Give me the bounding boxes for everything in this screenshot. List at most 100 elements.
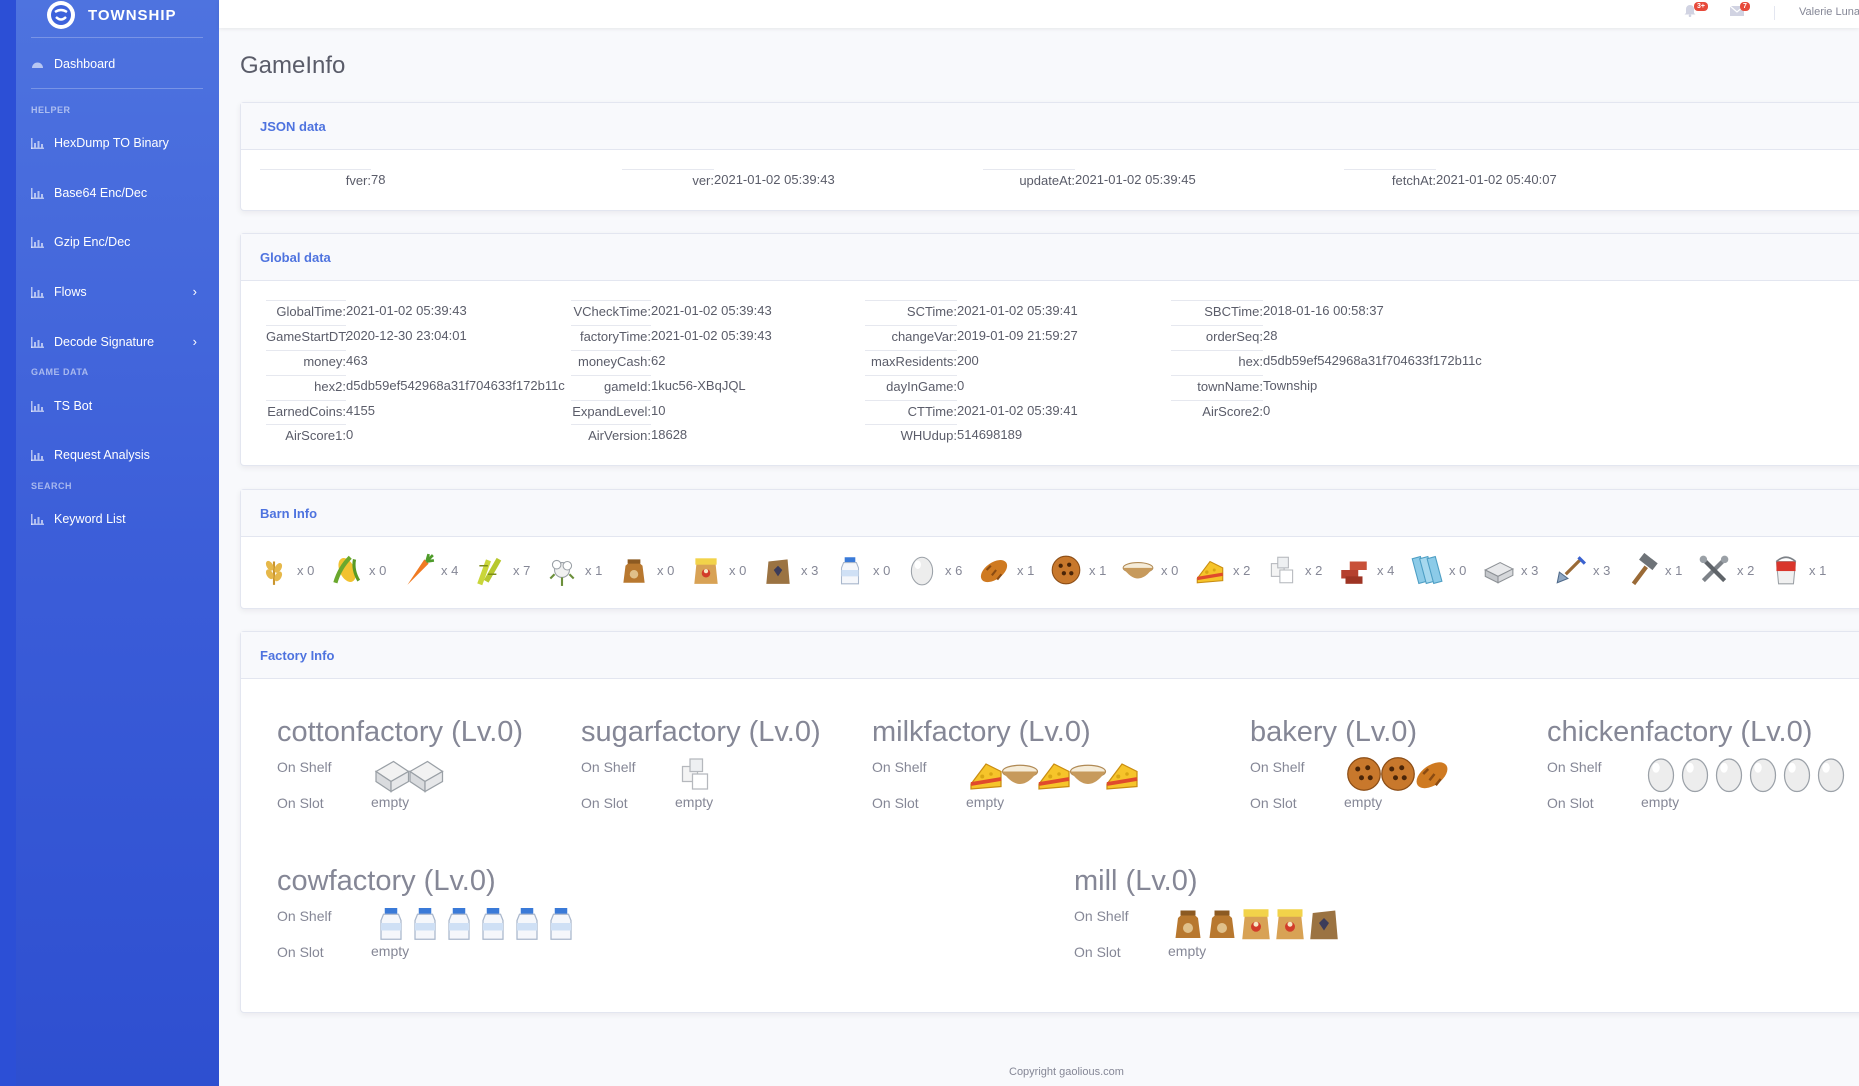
sidebar-item-keyword-list[interactable]: Keyword List xyxy=(31,507,203,531)
on-shelf-label: On Shelf xyxy=(1547,759,1602,775)
barn-item-count: x 0 xyxy=(657,562,675,578)
messages-envelope-icon[interactable]: 7 xyxy=(1729,2,1750,19)
field-value: 2019-01-09 21:59:27 xyxy=(957,328,1078,343)
sidebar-item-label: TS Bot xyxy=(54,399,93,413)
barn-item-count: x 3 xyxy=(801,562,819,578)
field-value: 2021-01-02 05:39:41 xyxy=(957,403,1078,418)
field-value: 2021-01-02 05:39:41 xyxy=(957,303,1078,318)
barn-item-count: x 4 xyxy=(1377,562,1395,578)
field-key: CTTime xyxy=(865,400,957,419)
egg-icon xyxy=(1817,758,1845,793)
json-data-card: JSON data xyxy=(240,102,1859,211)
barn-item-count: x 4 xyxy=(441,562,459,578)
sidebar-item-hexdump[interactable]: HexDump TO Binary xyxy=(31,131,203,155)
on-slot-empty: empty xyxy=(966,794,1005,810)
card-title: Barn Info xyxy=(260,506,318,521)
on-slot-empty: empty xyxy=(1641,794,1680,810)
sidebar-heading-search: SEARCH xyxy=(31,481,73,491)
sugarcane-icon xyxy=(477,557,502,586)
chart-icon xyxy=(31,236,46,248)
field-key: hex xyxy=(1171,350,1263,369)
factory-name: milkfactory (Lv.0) xyxy=(872,716,1091,748)
brick-icon xyxy=(1341,561,1367,584)
topbar-divider xyxy=(1774,6,1775,20)
egg-icon xyxy=(910,556,934,586)
field-key: SCTime xyxy=(865,300,957,319)
barn-item: x 1 xyxy=(1625,552,1682,588)
sidebar-item-ts-bot[interactable]: TS Bot xyxy=(31,394,203,418)
glass-icon xyxy=(1411,555,1443,585)
slab-icon xyxy=(1484,561,1515,584)
barn-item: x 6 xyxy=(905,552,962,588)
sidebar: TOWNSHIP Dashboard HELPER HexDump TO Bin… xyxy=(0,0,219,1086)
sidebar-item-label: Flows xyxy=(54,285,87,299)
sidebar-item-label: Base64 Enc/Dec xyxy=(54,186,148,200)
sidebar-brand[interactable]: TOWNSHIP xyxy=(0,0,219,36)
barn-item: x 2 xyxy=(1697,552,1754,588)
card-title: Global data xyxy=(260,250,331,265)
field-key: EarnedCoins xyxy=(266,400,346,419)
sidebar-item-request-analysis[interactable]: Request Analysis xyxy=(31,443,203,467)
field-key: ExpandLevel xyxy=(571,400,651,419)
on-slot-label: On Slot xyxy=(1547,795,1594,811)
on-slot-label: On Slot xyxy=(872,795,919,811)
on-shelf-label: On Shelf xyxy=(277,908,332,924)
field-key: dayInGame xyxy=(865,375,957,394)
field-key: gameId xyxy=(571,375,651,394)
flour-sack-icon xyxy=(1310,910,1338,940)
field-value: 18628 xyxy=(651,427,688,442)
wrench-icon xyxy=(1699,555,1729,583)
sidebar-item-label: Dashboard xyxy=(54,57,116,71)
barn-item: x 0 xyxy=(1409,552,1466,588)
barn-item: x 1 xyxy=(1049,552,1106,588)
on-slot-label: On Slot xyxy=(1250,795,1297,811)
brand-name: TOWNSHIP xyxy=(88,7,177,24)
field-key: hex2 xyxy=(266,375,346,394)
barn-item: x 1 xyxy=(545,552,602,588)
field-key: factoryTime xyxy=(571,325,651,344)
sidebar-item-dashboard[interactable]: Dashboard xyxy=(31,52,203,76)
sidebar-divider xyxy=(31,88,203,89)
barn-item: x 4 xyxy=(1337,552,1394,588)
field-value: 2021-01-02 05:39:45 xyxy=(1075,172,1196,187)
field-value: 2021-01-02 05:39:43 xyxy=(651,328,772,343)
chart-icon xyxy=(31,286,46,298)
sidebar-item-label: HexDump TO Binary xyxy=(54,136,169,150)
chart-icon xyxy=(31,449,46,461)
user-name[interactable]: Valerie Luna xyxy=(1799,6,1859,18)
card-header: Factory Info xyxy=(241,632,1859,679)
cheese-icon xyxy=(1106,763,1138,790)
field-key: maxResidents xyxy=(865,350,957,369)
sidebar-item-decode-signature[interactable]: Decode Signature › xyxy=(31,330,203,354)
sidebar-edge xyxy=(0,0,16,1086)
barn-item: x 2 xyxy=(1193,552,1250,588)
cow-feed-icon xyxy=(623,559,645,583)
card-header: Barn Info xyxy=(241,490,1859,537)
sidebar-item-flows[interactable]: Flows › xyxy=(31,280,203,304)
chevron-right-icon: › xyxy=(192,284,197,299)
bread-icon xyxy=(980,560,1008,583)
milk-bottle-icon xyxy=(840,557,860,585)
alerts-bell-icon[interactable]: 3+ xyxy=(1683,2,1708,19)
on-slot-label: On Slot xyxy=(581,795,628,811)
sidebar-item-gzip[interactable]: Gzip Enc/Dec xyxy=(31,230,203,254)
field-value: 2018-01-16 00:58:37 xyxy=(1263,303,1384,318)
field-key: townName xyxy=(1171,375,1263,394)
on-shelf-items xyxy=(966,754,1138,794)
barn-item-count: x 6 xyxy=(945,562,963,578)
barn-item-count: x 1 xyxy=(1017,562,1035,578)
corn-icon xyxy=(333,555,361,584)
field-value: 514698189 xyxy=(957,427,1023,442)
on-slot-label: On Slot xyxy=(1074,944,1121,960)
flour-sack-icon xyxy=(766,559,790,584)
on-slot-empty: empty xyxy=(1168,943,1207,959)
sidebar-item-base64[interactable]: Base64 Enc/Dec xyxy=(31,181,203,205)
factory-name: chickenfactory (Lv.0) xyxy=(1547,716,1813,748)
field-value: 0 xyxy=(346,427,354,442)
barn-item-count: x 0 xyxy=(1449,562,1467,578)
barn-item-count: x 0 xyxy=(873,562,891,578)
field-key: fetchAt xyxy=(1344,169,1436,188)
sidebar-divider xyxy=(31,37,203,38)
on-slot-label: On Slot xyxy=(277,944,324,960)
field-key: VCheckTime xyxy=(571,300,651,319)
